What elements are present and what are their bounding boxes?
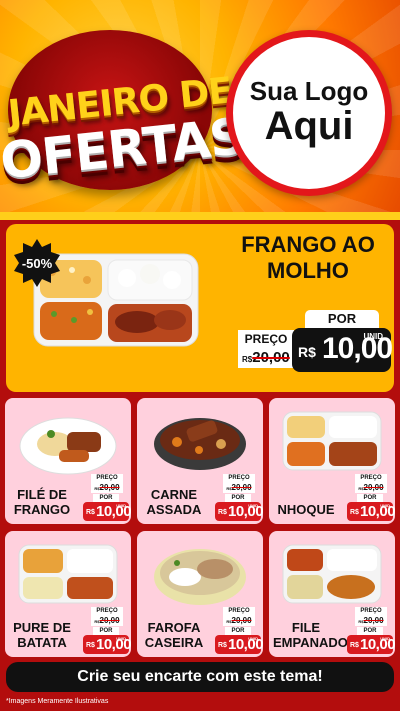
logo-placeholder[interactable]: Sua Logo Aqui xyxy=(226,30,392,196)
old-price-value: 20,00 xyxy=(99,616,120,625)
breaded-steak-tray-icon xyxy=(279,537,385,609)
old-price-value: 20,00 xyxy=(231,483,252,492)
title-badge: JANEIRO DE OFERTAS xyxy=(0,30,247,190)
gnocchi-tray-icon xyxy=(279,404,385,476)
product-card-file-de-frango[interactable]: FILÉ DE FRANGO PREÇO R$20,00 POR R$ 10,00… xyxy=(5,398,131,524)
preco-label: PREÇO xyxy=(223,607,255,616)
old-price-value: 20,00 xyxy=(363,483,384,492)
grilled-chicken-plate-icon xyxy=(15,404,121,476)
preco-label: PREÇO xyxy=(223,474,255,483)
old-price: R$20,00 xyxy=(91,483,123,493)
product-price: R$ 10,00 UNID xyxy=(215,635,263,654)
old-price: R$20,00 xyxy=(355,616,387,626)
old-price-value: 20,00 xyxy=(252,349,290,366)
roast-meat-bowl-icon xyxy=(147,404,253,476)
old-price: R$20,00 xyxy=(223,616,255,626)
product-price: R$ 10,00 UNID xyxy=(347,635,395,654)
price-currency: R$ xyxy=(350,642,359,649)
old-price-value: 20,00 xyxy=(363,616,384,625)
cta-banner[interactable]: Crie seu encarte com este tema! xyxy=(6,662,394,692)
old-price: R$20,00 xyxy=(238,348,294,368)
por-label: POR xyxy=(305,310,379,328)
old-price-value: 20,00 xyxy=(231,616,252,625)
preco-label: PREÇO xyxy=(91,607,123,616)
header-divider xyxy=(0,212,400,220)
old-price: R$20,00 xyxy=(355,483,387,493)
price-unit: UNID xyxy=(380,503,390,508)
preco-label: PREÇO xyxy=(355,474,387,483)
por-label: POR xyxy=(357,627,383,635)
price-currency: R$ xyxy=(86,509,95,516)
price-unit: UNID xyxy=(116,503,126,508)
product-name: CARNE ASSADA xyxy=(146,486,202,518)
product-name: FAROFA CASEIRA xyxy=(144,619,204,651)
por-label: POR xyxy=(225,627,251,635)
old-price: R$20,00 xyxy=(223,483,255,493)
old-price-currency: R$ xyxy=(242,355,253,364)
price-unit: UNID xyxy=(248,503,258,508)
product-price: R$ 10,00 UNID xyxy=(347,502,395,521)
por-label: POR xyxy=(93,494,119,502)
product-price: R$ 10,00 UNID xyxy=(83,502,131,521)
price-unit: UNID xyxy=(363,332,383,341)
price-currency: R$ xyxy=(218,642,227,649)
mashed-potato-tray-icon xyxy=(15,537,121,609)
old-price: R$20,00 xyxy=(91,616,123,626)
logo-line-2: Aqui xyxy=(264,104,354,148)
logo-line-1: Sua Logo xyxy=(249,76,369,106)
product-name: PURE DE BATATA xyxy=(13,619,71,651)
price-unit: UNID xyxy=(248,636,258,641)
product-card-pure-de-batata[interactable]: PURE DE BATATA PREÇO R$20,00 POR R$ 10,00… xyxy=(5,531,131,657)
preco-label: PREÇO xyxy=(91,474,123,483)
price-currency: R$ xyxy=(86,642,95,649)
featured-product-name: FRANGO AO MOLHO xyxy=(241,232,375,284)
old-price-value: 20,00 xyxy=(99,483,120,492)
featured-price: R$ 10,00 UNID xyxy=(292,328,393,372)
discount-label: -50% xyxy=(21,255,53,271)
farofa-bowl-icon xyxy=(147,537,253,609)
product-name: FILÉ DE FRANGO xyxy=(13,486,71,518)
product-price: R$ 10,00 UNID xyxy=(83,635,131,654)
price-unit: UNID xyxy=(380,636,390,641)
product-card-farofa-caseira[interactable]: FAROFA CASEIRA PREÇO R$20,00 POR R$ 10,00… xyxy=(137,531,263,657)
header-banner: JANEIRO DE OFERTAS Sua Logo Aqui xyxy=(0,0,400,218)
price-currency: R$ xyxy=(218,509,227,516)
price-currency: R$ xyxy=(298,344,316,360)
product-card-nhoque[interactable]: NHOQUE PREÇO R$20,00 POR R$ 10,00 UNID xyxy=(269,398,395,524)
price-unit: UNID xyxy=(116,636,126,641)
product-card-carne-assada[interactable]: CARNE ASSADA PREÇO R$20,00 POR R$ 10,00 UN… xyxy=(137,398,263,524)
product-name: FILE EMPANADO xyxy=(273,619,348,651)
price-currency: R$ xyxy=(350,509,359,516)
preco-label: PREÇO xyxy=(355,607,387,616)
preco-label: PREÇO xyxy=(238,330,294,348)
product-name: NHOQUE xyxy=(277,502,335,518)
por-label: POR xyxy=(93,627,119,635)
footnote: *Imagens Meramente Ilustrativas xyxy=(6,698,109,705)
discount-badge: -50% xyxy=(12,238,62,288)
product-price: R$ 10,00 UNID xyxy=(215,502,263,521)
product-card-file-empanado[interactable]: FILE EMPANADO PREÇO R$20,00 POR R$ 10,00 U… xyxy=(269,531,395,657)
por-label: POR xyxy=(225,494,251,502)
por-label: POR xyxy=(357,494,383,502)
